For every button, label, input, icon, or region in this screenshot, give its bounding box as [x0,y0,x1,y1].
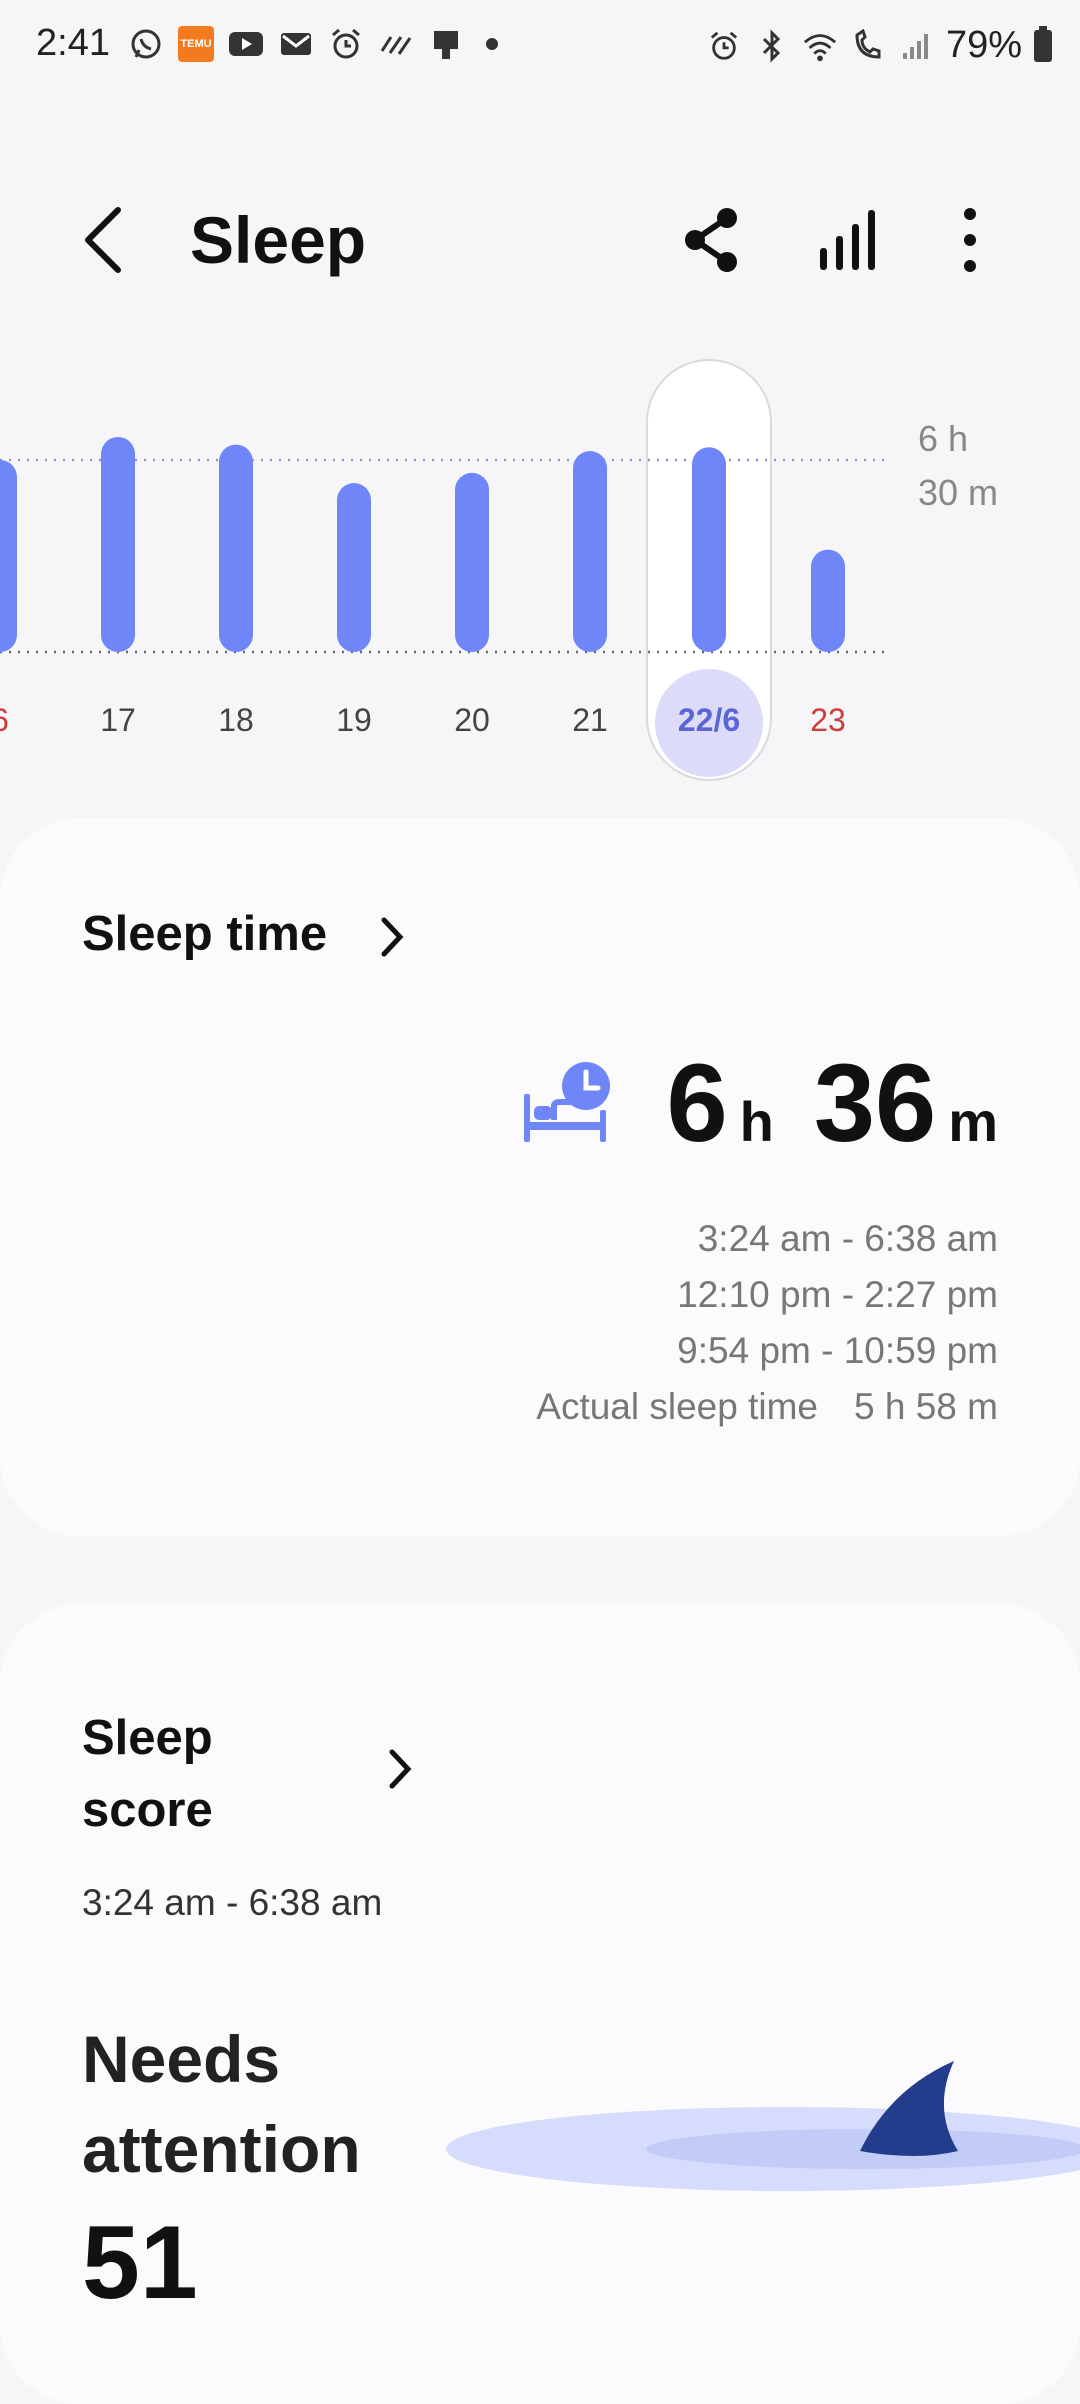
sleep-score-status-line2: attention [82,2112,361,2186]
battery-percent: 79% [945,24,1022,66]
bluetooth-icon [754,28,790,64]
chevron-right-icon [389,1749,412,1789]
chart-bar-17[interactable] [101,436,135,652]
sleep-score-title-line1: Sleep [82,1711,213,1765]
sleep-time-title: Sleep time [82,907,328,961]
actual-sleep-label: Actual sleep time [536,1386,819,1427]
sleep-score-value: 51 [82,2205,198,2321]
chart-tick-label[interactable]: 6 [0,702,9,739]
chart-bar-23[interactable] [811,549,845,652]
sleep-score-status-line1: Needs [82,2022,281,2096]
share-icon [685,208,737,272]
data-saver-icon [378,26,414,62]
chart-tick-label[interactable]: 18 [218,702,254,739]
mail-icon [278,26,314,62]
status-right-icons: 79% [706,24,1052,67]
back-arrow-icon [85,207,121,273]
chart-bar-19[interactable] [337,483,371,652]
shark-fin-illustration [446,2061,1080,2191]
share-button[interactable] [675,202,751,278]
sleep-hours-unit: h [739,1090,774,1153]
chart-bar-21[interactable] [573,451,607,652]
stats-icon [820,210,875,270]
device-icon [428,26,464,62]
more-vert-icon [964,208,976,272]
sleep-time-card[interactable]: Sleep time 6 h 36 m 3:24 am - 6:38 am 12… [0,818,1080,1536]
more-options-button[interactable] [932,202,1008,278]
back-button[interactable] [70,200,140,280]
alarm-icon [328,26,364,62]
chart-bar-6[interactable] [0,460,17,652]
sleep-score-title-line2: score [82,1783,213,1837]
sleep-score-card[interactable]: Sleep score 3:24 am - 6:38 am Needs atte… [0,1604,1080,2404]
chevron-right-icon [381,917,404,957]
chart-tick-label[interactable]: 22/6 [678,702,740,739]
wifi-calling-icon [850,28,886,64]
chart-bar-18[interactable] [219,444,253,652]
sleep-minutes-unit: m [948,1090,998,1153]
chart-tick-label[interactable]: 23 [810,702,846,739]
chart-bar-20[interactable] [455,472,489,652]
bed-clock-icon [524,1062,610,1142]
page-title: Sleep [190,203,367,277]
sleep-chart[interactable]: 6 17 18 19 20 21 22/6 23 6 h 30 m [0,350,1080,800]
sleep-score-title: Sleep score [82,1702,213,1846]
status-bar: 2:41 TEMU 79% [0,0,1080,96]
battery-icon [1034,25,1052,62]
reference-line-label: 6 h 30 m [918,418,999,513]
alarm-icon [706,28,742,64]
chart-tick-label[interactable]: 20 [454,702,490,739]
chart-tick-label[interactable]: 19 [336,702,372,739]
youtube-icon [228,26,264,62]
notification-icons: TEMU [128,26,498,62]
stats-button[interactable] [812,202,888,278]
more-notifications-dot [486,38,498,50]
status-time: 2:41 [36,22,110,64]
sleep-range-3: 9:54 pm - 10:59 pm [677,1330,998,1371]
chart-tick-label[interactable]: 17 [100,702,136,739]
sleep-duration: 6 h 36 m [666,1040,998,1167]
temu-icon: TEMU [178,26,214,62]
sleep-hours: 6 [666,1042,728,1165]
sleep-minutes: 36 [813,1042,937,1165]
signal-icon [898,28,934,64]
sleep-score-range: 3:24 am - 6:38 am [82,1882,383,1923]
wifi-icon [802,28,838,64]
chart-bar-22-6[interactable] [692,447,726,652]
actual-sleep-row: Actual sleep time 5 h 58 m [536,1386,998,1428]
sleep-range-1: 3:24 am - 6:38 am [697,1218,998,1259]
whatsapp-icon [128,26,164,62]
actual-sleep-value: 5 h 58 m [854,1386,998,1427]
app-header: Sleep [0,180,1080,300]
sleep-score-status: Needs attention [82,2014,442,2194]
sleep-range-2: 12:10 pm - 2:27 pm [677,1274,998,1315]
chart-tick-label[interactable]: 21 [572,702,608,739]
